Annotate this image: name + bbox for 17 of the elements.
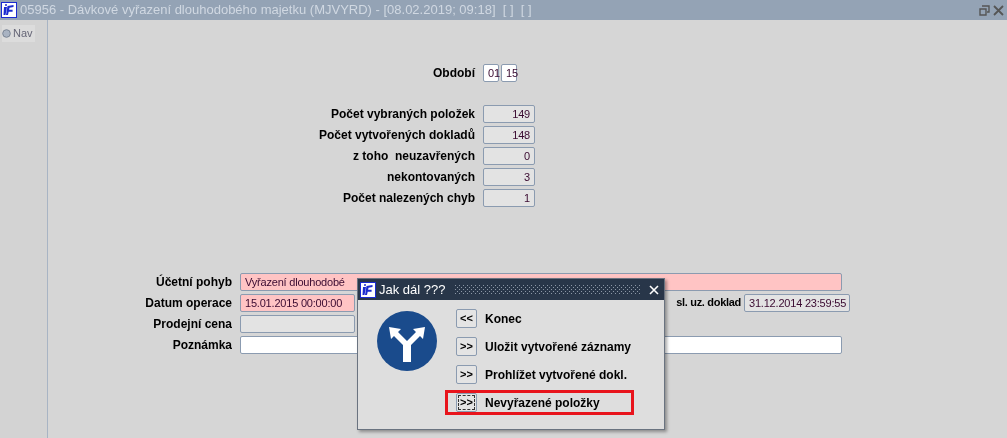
field-label: Počet nalezených chyb: [341, 189, 476, 207]
action-label: Prohlížet vytvořené dokl.: [485, 366, 628, 384]
field-label: z toho neuzavřených: [351, 147, 476, 165]
field-label: nekontovaných: [385, 168, 476, 186]
field-label: Účetní pohyb: [155, 273, 233, 291]
action-label: Konec: [485, 310, 522, 328]
action-label: Uložit vytvořené záznamy: [485, 338, 632, 356]
action-label: Nevyřazené položky: [485, 394, 600, 412]
window-title: 05956 - Dávkové vyřazení dlouhodobého majetku (MJVYRD) - [08.02.2019; 09:18] [ ] [ ]: [20, 1, 532, 20]
field-label: Počet vybraných položek: [329, 105, 476, 123]
dialog-title: Jak dál ???: [379, 280, 446, 299]
field-label: Prodejní cena: [152, 315, 233, 333]
field-label: Poznámka: [171, 336, 233, 354]
field-label: Období: [432, 64, 476, 82]
field-label: sl. uz. doklad: [676, 295, 741, 311]
field-label: Datum operace: [144, 294, 233, 312]
field-label: Počet vytvořených dokladů: [317, 126, 476, 144]
